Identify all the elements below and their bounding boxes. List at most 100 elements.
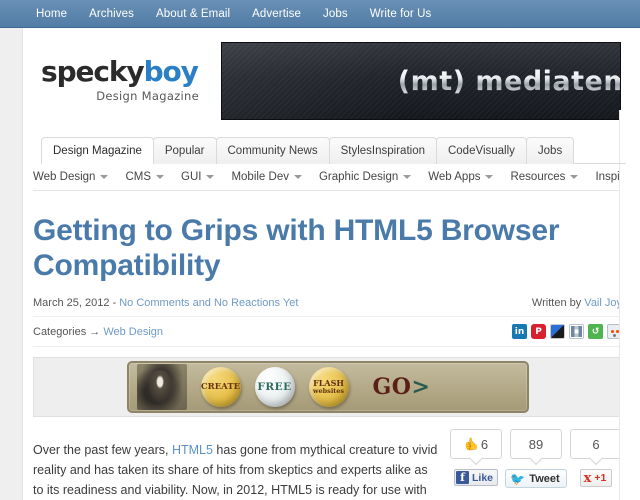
inline-ad-banner: CREATE FREE FLASH websites GO> <box>126 361 529 414</box>
header-banner-ad-text: (mt) mediatem <box>398 66 620 97</box>
ad-badge-create: CREATE <box>200 367 241 408</box>
facebook-like-count-bubble: 👍 6 <box>450 429 502 460</box>
grid-share-icon[interactable] <box>569 324 584 340</box>
google-plus-one-button[interactable]: x +1 <box>579 469 613 488</box>
tab-code-visually[interactable]: CodeVisually <box>435 137 527 164</box>
top-nav-item-about-email[interactable]: About & Email <box>156 8 230 20</box>
top-nav-item-jobs[interactable]: Jobs <box>323 8 348 20</box>
subnav-label-gui: GUI <box>181 171 202 183</box>
pinterest-icon[interactable]: P <box>531 324 546 340</box>
ad-badge-flash-line2: websites <box>312 387 345 396</box>
subnav-item-web-design[interactable]: Web Design <box>33 171 109 183</box>
share-icon-row: in P ↺ <box>512 324 622 340</box>
tab-popular[interactable]: Popular <box>152 137 217 164</box>
subnav-label-mobile-dev: Mobile Dev <box>231 171 289 183</box>
top-navigation-bar: Home Archives About & Email Advertise Jo… <box>0 0 640 28</box>
page-content-container: speckyboy Design Magazine (mt) mediatem … <box>22 28 640 500</box>
ad-badge-free: FREE <box>254 367 295 408</box>
sidebar-column <box>620 110 640 500</box>
category-link-web-design[interactable]: Web Design <box>103 326 163 338</box>
header-banner-ad[interactable]: (mt) mediatem <box>221 42 621 120</box>
subnav-item-cms[interactable]: CMS <box>125 171 164 183</box>
grid-share-icon-glyph <box>571 326 582 338</box>
google-plus-count: 6 <box>592 436 600 452</box>
top-nav-item-write-for-us[interactable]: Write for Us <box>370 8 432 20</box>
google-plus-button-row: x +1 <box>570 469 622 488</box>
twitter-button-row: 🐦 Tweet <box>505 469 567 489</box>
chevron-down-icon <box>293 175 302 179</box>
facebook-share-unit: 👍 6 f Like <box>450 429 502 487</box>
subnav-label-resources: Resources <box>510 171 566 183</box>
subnav-item-mobile-dev[interactable]: Mobile Dev <box>231 171 302 183</box>
facebook-like-count: 6 <box>480 436 489 452</box>
facebook-like-button-row: f Like <box>450 469 502 487</box>
post-date: March 25, 2012 - <box>33 297 120 310</box>
facebook-icon: f <box>455 471 469 485</box>
post-meta-left: March 25, 2012 - No Comments and No Reac… <box>33 297 298 309</box>
subnav-item-gui[interactable]: GUI <box>181 171 215 183</box>
top-nav-item-advertise[interactable]: Advertise <box>252 8 301 20</box>
linkedin-icon[interactable]: in <box>512 324 527 340</box>
ad-cta-go[interactable]: GO> <box>373 374 431 400</box>
subnav-label-cms: CMS <box>125 171 151 183</box>
delicious-icon-glyph <box>551 325 564 339</box>
twitter-tweet-count: 89 <box>528 436 544 452</box>
tab-styles-inspiration[interactable]: StylesInspiration <box>328 137 437 164</box>
social-share-column: 👍 6 f Like 89 🐦 Tweet 6 x +1 <box>450 427 622 500</box>
post-comments-link[interactable]: No Comments and No Reactions Yet <box>119 297 298 309</box>
tab-jobs[interactable]: Jobs <box>525 137 575 164</box>
chevron-down-icon <box>100 175 109 179</box>
inline-advertisement[interactable]: CREATE FREE FLASH websites GO> <box>33 357 622 418</box>
twitter-count-bubble: 89 <box>510 429 562 460</box>
top-nav-item-archives[interactable]: Archives <box>89 8 134 20</box>
ad-badge-flash-line1: FLASH <box>313 378 344 389</box>
chevron-down-icon <box>156 175 164 179</box>
primary-tabs-container: Design Magazine Popular Community News S… <box>23 137 640 164</box>
site-logo[interactable]: speckyboy Design Magazine <box>23 42 219 104</box>
article-paragraph: Over the past few years, HTML5 has gone … <box>33 440 438 500</box>
delicious-icon[interactable] <box>550 324 565 340</box>
site-header: speckyboy Design Magazine (mt) mediatem <box>23 28 640 133</box>
google-plus-count-bubble: 6 <box>570 429 622 460</box>
top-nav-links: Home Archives About & Email Advertise Jo… <box>0 8 431 20</box>
logo-wordmark: speckyboy <box>41 58 219 86</box>
facebook-like-label: Like <box>471 471 493 484</box>
post-categories: Categories → Web Design <box>33 326 163 338</box>
page-shell: speckyboy Design Magazine (mt) mediatem … <box>0 28 640 500</box>
post-author-link[interactable]: Vail Joy <box>584 297 622 309</box>
post-categories-row: Categories → Web Design in P ↺ <box>33 317 622 348</box>
reddit-eye-left <box>611 330 614 334</box>
twitter-bird-icon: 🐦 <box>510 471 526 486</box>
subnav-item-resources[interactable]: Resources <box>510 171 579 183</box>
tab-community-news[interactable]: Community News <box>215 137 330 164</box>
article-body-row: Over the past few years, HTML5 has gone … <box>33 427 622 500</box>
logo-text-boy: boy <box>143 55 199 88</box>
post-meta: March 25, 2012 - No Comments and No Reac… <box>33 283 622 318</box>
post-author-block: Written by Vail Joy <box>532 297 622 309</box>
primary-tabs: Design Magazine Popular Community News S… <box>41 137 626 164</box>
subnav-label-web-design: Web Design <box>33 171 96 183</box>
logo-tagline: Design Magazine <box>96 89 199 103</box>
subnav-item-graphic-design[interactable]: Graphic Design <box>319 171 412 183</box>
google-icon: x <box>583 470 592 486</box>
chevron-down-icon <box>403 175 412 179</box>
subnav-item-web-apps[interactable]: Web Apps <box>428 171 494 183</box>
facebook-like-button[interactable]: f Like <box>453 469 498 487</box>
chevron-down-icon <box>570 175 579 179</box>
written-by-label: Written by <box>531 297 585 310</box>
chevron-down-icon <box>206 175 215 179</box>
ad-badge-flash-websites: FLASH websites <box>308 367 349 408</box>
page-title[interactable]: Getting to Grips with HTML5 Browser Comp… <box>33 213 603 283</box>
top-nav-item-home[interactable]: Home <box>36 8 67 20</box>
stumbleupon-icon[interactable]: ↺ <box>588 324 603 340</box>
reddit-mouth <box>613 334 616 338</box>
tweet-label: Tweet <box>529 472 560 485</box>
chevron-down-icon <box>485 175 494 179</box>
category-navigation: Web Design CMS GUI Mobile Dev Graphic De… <box>23 164 640 190</box>
google-plus-one-label: +1 <box>594 472 607 485</box>
tab-design-magazine[interactable]: Design Magazine <box>41 137 154 164</box>
categories-label: Categories → <box>33 325 104 338</box>
html5-link[interactable]: HTML5 <box>172 443 213 457</box>
ad-cta-go-text: GO <box>372 374 412 401</box>
tweet-button[interactable]: 🐦 Tweet <box>505 469 567 489</box>
